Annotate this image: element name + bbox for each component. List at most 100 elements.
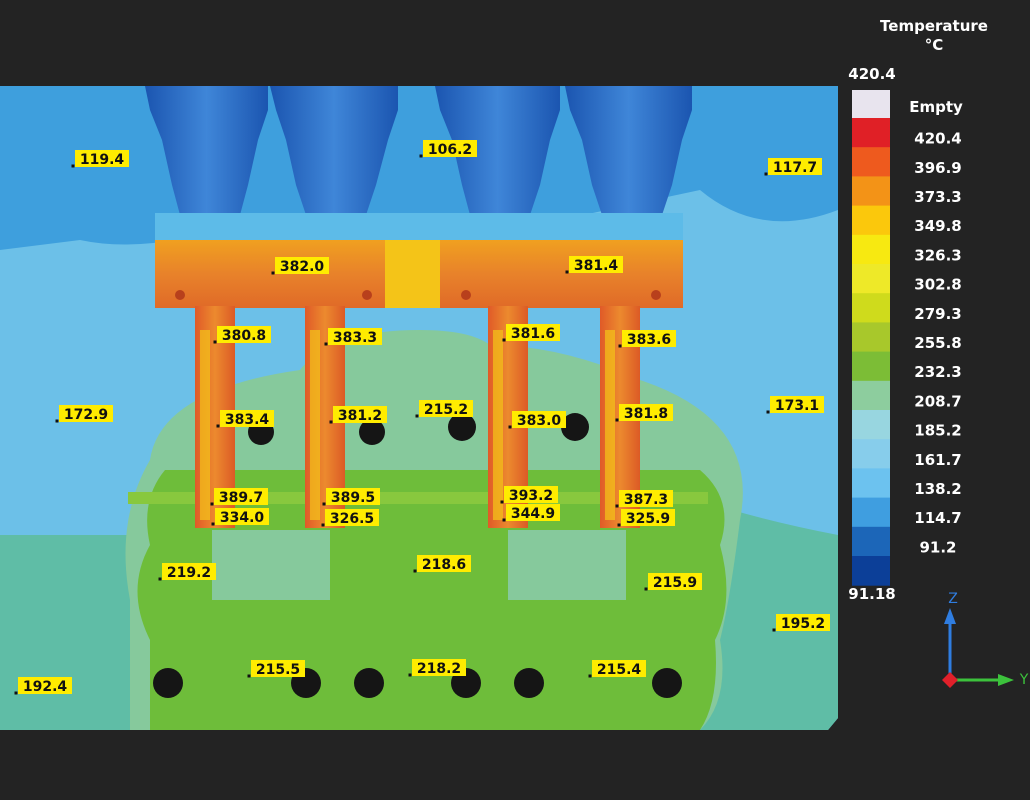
probe-value: 215.2 xyxy=(424,402,468,418)
legend-band-swatch xyxy=(852,556,890,586)
probe-marker xyxy=(55,419,59,423)
probe-marker xyxy=(14,691,18,695)
probe-air-top-left: 119.4 xyxy=(71,150,129,168)
probe-air-mid-left: 172.9 xyxy=(55,405,113,423)
probe-value: 344.9 xyxy=(511,506,555,522)
probe-marker xyxy=(321,523,325,527)
probe-value: 334.0 xyxy=(220,510,265,526)
probe-value: 172.9 xyxy=(64,407,108,423)
cooling-hole xyxy=(153,668,183,698)
probe-marker xyxy=(772,628,776,632)
probe-nozzle-2-tip: 389.5 xyxy=(322,488,380,506)
probe-marker xyxy=(216,424,220,428)
legend-band-label: 161.7 xyxy=(914,451,961,469)
legend-band-label: 208.7 xyxy=(914,392,961,410)
probe-value: 119.4 xyxy=(80,152,125,168)
legend-band-label: 396.9 xyxy=(914,159,961,177)
legend-band-label: 373.3 xyxy=(914,188,961,206)
probe-marker xyxy=(211,522,215,526)
probe-air-mid-right: 173.1 xyxy=(766,396,824,414)
legend-band-label: 232.3 xyxy=(914,363,961,381)
cavity-pocket-2 xyxy=(508,530,626,600)
probe-value: 192.4 xyxy=(23,679,68,695)
probe-air-top-right: 117.7 xyxy=(764,158,822,176)
probe-marker xyxy=(158,577,162,581)
probe-value: 326.5 xyxy=(330,511,374,527)
legend-band-swatch xyxy=(852,234,890,265)
probe-marker xyxy=(324,342,328,346)
probe-nozzle-1-tip: 389.7 xyxy=(210,488,268,506)
cavity-pocket-1 xyxy=(212,530,330,600)
legend-band-label: 279.3 xyxy=(914,305,961,323)
probe-nozzle-1-mid: 383.4 xyxy=(216,410,274,428)
probe-marker xyxy=(764,172,768,176)
legend-band-swatch xyxy=(852,380,890,411)
axis-origin-marker xyxy=(942,672,958,688)
probe-gate-1: 334.0 xyxy=(211,508,269,526)
probe-value: 387.3 xyxy=(624,492,668,508)
probe-marker xyxy=(247,674,251,678)
probe-marker xyxy=(415,414,419,418)
legend-band-label: 138.2 xyxy=(914,480,961,498)
probe-value: 215.5 xyxy=(256,662,300,678)
hot-runner-manifold xyxy=(155,240,683,308)
probe-value: 393.2 xyxy=(509,488,553,504)
nozzle-heater-2 xyxy=(310,330,320,520)
probe-value: 380.8 xyxy=(222,328,266,344)
probe-gate-3: 344.9 xyxy=(502,504,560,522)
probe-marker xyxy=(322,502,326,506)
probe-marker xyxy=(644,587,648,591)
probe-nozzle-1-top: 380.8 xyxy=(213,326,271,344)
probe-nozzle-3-mid: 383.0 xyxy=(508,411,566,429)
probe-marker xyxy=(271,271,275,275)
axes-triad: Z Y xyxy=(942,591,1029,688)
bushing-base xyxy=(155,213,683,243)
legend-band-swatch xyxy=(852,176,890,207)
manifold-bolt xyxy=(362,290,372,300)
legend-min-label: 91.18 xyxy=(848,585,895,603)
probe-marker xyxy=(766,410,770,414)
probe-marker xyxy=(617,523,621,527)
cooling-hole xyxy=(652,668,682,698)
probe-nozzle-4-mid: 381.8 xyxy=(615,404,673,422)
probe-marker xyxy=(618,344,622,348)
probe-value: 382.0 xyxy=(280,259,325,275)
legend-band-label: 302.8 xyxy=(914,276,961,294)
probe-value: 173.1 xyxy=(775,398,819,414)
probe-value: 389.5 xyxy=(331,490,375,506)
probe-value: 383.6 xyxy=(627,332,671,348)
probe-value: 325.9 xyxy=(626,511,670,527)
probe-value: 219.2 xyxy=(167,565,211,581)
probe-marker xyxy=(615,418,619,422)
legend-band-swatch xyxy=(852,351,890,382)
probe-value: 218.2 xyxy=(417,661,461,677)
probe-gate-4: 325.9 xyxy=(617,509,675,527)
probe-value: 381.2 xyxy=(338,408,382,424)
legend-empty-label: Empty xyxy=(909,98,963,116)
axis-y-label: Y xyxy=(1019,672,1029,688)
legend-band-swatch xyxy=(852,293,890,323)
legend-band-swatch xyxy=(852,147,890,177)
probe-value: 381.4 xyxy=(574,258,619,274)
probe-marker xyxy=(588,674,592,678)
legend-max-label: 420.4 xyxy=(848,65,895,83)
probe-value: 215.4 xyxy=(597,662,642,678)
nozzle-heater-4 xyxy=(605,330,615,520)
temperature-legend: Temperature °C 420.4 Empty 420.4 396.9 373… xyxy=(848,17,988,603)
probe-nozzle-4-tip: 387.3 xyxy=(615,490,673,508)
probe-base-right: 215.4 xyxy=(588,660,646,678)
probe-marker xyxy=(329,420,333,424)
probe-cavity-center: 218.6 xyxy=(413,555,471,573)
legend-color-bands: 420.4 396.9 373.3 349.8 326.3 302.8 279.3 255.8… xyxy=(852,118,962,586)
legend-band-swatch xyxy=(852,468,890,499)
legend-band-swatch xyxy=(852,410,890,440)
probe-air-top-center: 106.2 xyxy=(419,140,477,158)
probe-cavity-right: 215.9 xyxy=(644,573,702,591)
probe-base-left: 215.5 xyxy=(247,660,305,678)
probe-value: 218.6 xyxy=(422,557,466,573)
probe-marker xyxy=(565,270,569,274)
probe-marker xyxy=(615,504,619,508)
probe-manifold-left: 382.0 xyxy=(271,257,329,275)
axis-y-arrowhead xyxy=(998,674,1014,686)
probe-marker xyxy=(502,518,506,522)
